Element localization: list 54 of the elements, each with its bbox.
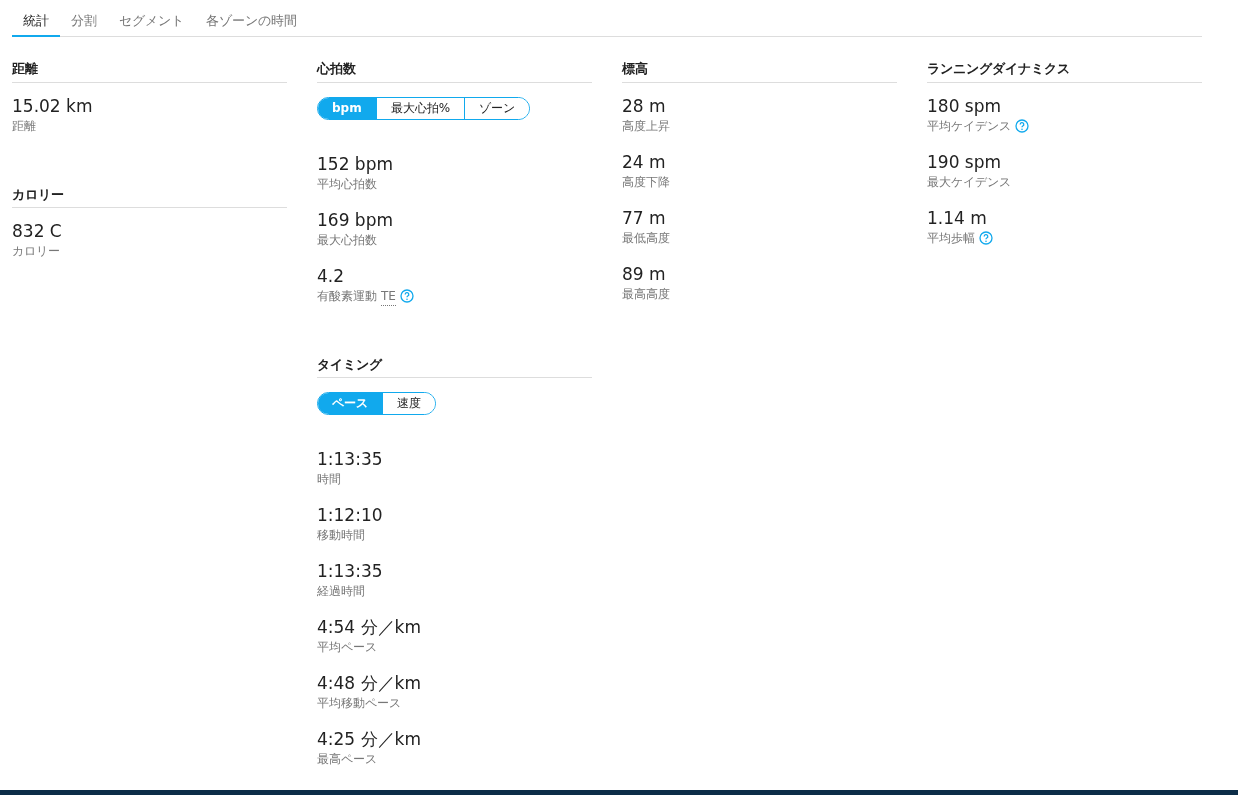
stat-value: 169 bpm — [317, 208, 394, 231]
stat-value: 4.2 — [317, 264, 346, 287]
stat-value: 1.14 m — [927, 206, 988, 229]
stat-label: 移動時間 — [317, 527, 365, 544]
toggle-option[interactable]: ペース — [318, 393, 382, 414]
stat-label: 平均歩幅 — [927, 229, 975, 247]
stat-value: 4:54 分／km — [317, 616, 422, 638]
stat-label: カロリー — [12, 243, 60, 260]
stat-label: 経過時間 — [317, 583, 365, 600]
stat-label: 最大心拍数 — [317, 231, 377, 249]
stat-value: 4:25 分／km — [317, 728, 422, 750]
stat-label: 平均ペース — [317, 639, 377, 656]
stat-value: 89 m — [622, 262, 667, 285]
stat-value: 1:13:35 — [317, 448, 384, 470]
tab[interactable]: 統計 — [12, 0, 60, 37]
stat-value: 832 C — [12, 220, 63, 242]
stat-value: 28 m — [622, 94, 667, 117]
tab[interactable]: セグメント — [108, 0, 195, 37]
stat-label: 最高高度 — [622, 285, 670, 303]
stat-value: 190 spm — [927, 150, 1003, 173]
stat-label: 有酸素運動 — [317, 288, 377, 305]
stat-value: 152 bpm — [317, 152, 394, 175]
tab[interactable]: 分割 — [60, 0, 108, 37]
help-icon[interactable] — [979, 230, 993, 245]
abbreviation: TE — [381, 286, 396, 306]
stat-value: 4:48 分／km — [317, 672, 422, 694]
stat-value: 1:12:10 — [317, 504, 384, 526]
stat-label: 平均ケイデンス — [927, 117, 1011, 135]
section-title: カロリー — [12, 184, 287, 208]
stat-label: 最高ペース — [317, 751, 377, 768]
stat-label: 最大ケイデンス — [927, 173, 1011, 191]
stat-label: 最低高度 — [622, 229, 670, 247]
section-title: 標高 — [622, 59, 897, 83]
section-title: タイミング — [317, 354, 592, 378]
stat-label: 平均移動ペース — [317, 695, 401, 712]
stat-value: 1:13:35 — [317, 560, 384, 582]
stat-label: 時間 — [317, 471, 341, 488]
toggle-option[interactable]: bpm — [318, 97, 376, 119]
stat-label: 高度下降 — [622, 173, 670, 191]
help-icon[interactable] — [1015, 118, 1029, 133]
stat-label: 距離 — [12, 117, 36, 135]
section-title: 距離 — [12, 59, 287, 83]
stat-value: 77 m — [622, 206, 667, 229]
stat-value: 24 m — [622, 150, 667, 173]
stat-label: 平均心拍数 — [317, 175, 377, 193]
toggle-option[interactable]: ゾーン — [464, 97, 530, 119]
stat-value: 15.02 km — [12, 94, 94, 117]
tab[interactable]: 各ゾーンの時間 — [195, 0, 308, 37]
section-title: ランニングダイナミクス — [927, 59, 1202, 83]
stat-label: 高度上昇 — [622, 117, 670, 135]
toggle-option[interactable]: 速度 — [382, 393, 435, 414]
help-icon[interactable] — [399, 289, 414, 303]
stat-value: 180 spm — [927, 94, 1003, 117]
section-title: 心拍数 — [317, 59, 592, 83]
